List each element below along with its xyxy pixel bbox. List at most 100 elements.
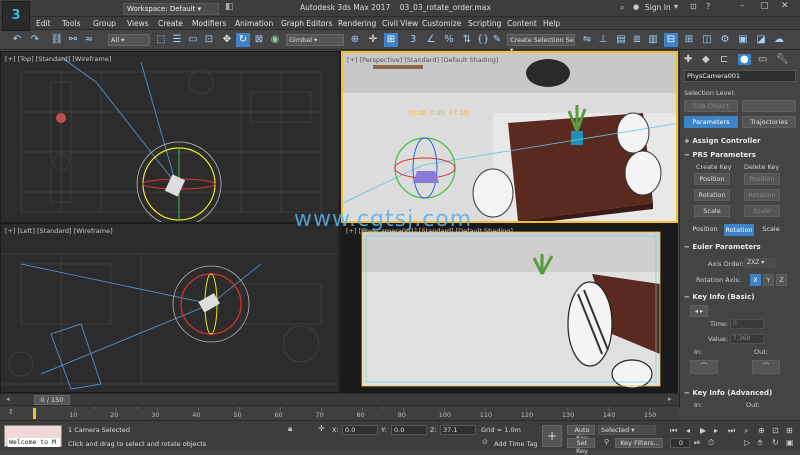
redo-icon[interactable]: ↷ xyxy=(28,33,42,47)
close-icon[interactable]: ✕ xyxy=(781,1,789,11)
viewport-label-left[interactable]: [+] [Left] [Standard] [Wireframe] xyxy=(5,227,113,235)
parameters-tab[interactable]: Parameters xyxy=(684,116,738,128)
edit-named-selection-icon[interactable]: {} xyxy=(476,33,490,47)
auto-key-button[interactable]: Auto Key xyxy=(567,425,595,442)
assign-controller-rollout[interactable]: + Assign Controller xyxy=(684,137,760,145)
named-selection-dropdown[interactable]: Create Selection Se ▾ xyxy=(507,34,575,54)
region-select-icon[interactable]: ▭ xyxy=(186,33,200,47)
zoom-icon[interactable]: ⌕ xyxy=(744,426,748,436)
unlink-icon[interactable]: ⚯ xyxy=(66,33,80,47)
time-slider-thumb[interactable]: 0 / 150 xyxy=(34,395,70,405)
key-info-advanced-rollout[interactable]: − Key Info (Advanced) xyxy=(684,389,772,397)
minimize-icon[interactable]: – xyxy=(740,1,745,11)
rotate-icon[interactable]: ↻ xyxy=(236,33,250,47)
time-slider[interactable]: ◂ 0 / 150 ▸ xyxy=(0,393,679,405)
zoom-all-icon[interactable]: ⊕ xyxy=(758,426,765,435)
user-icon[interactable]: ● xyxy=(633,3,639,11)
place-icon[interactable]: ◉ xyxy=(268,33,282,47)
position-mode-button[interactable]: Position xyxy=(690,224,720,236)
move-icon[interactable]: ✥ xyxy=(220,33,234,47)
current-frame-field[interactable]: 0 xyxy=(670,438,690,448)
key-filters-icon[interactable]: ⚲ xyxy=(604,438,609,446)
menu-animation[interactable]: Animation xyxy=(235,17,273,30)
workspace-dropdown[interactable]: Workspace: Default ▾ xyxy=(123,3,219,15)
toolbar-icon[interactable]: ◧ xyxy=(225,2,237,14)
axis-order-dropdown[interactable]: ZXZ ▾ xyxy=(744,258,776,268)
maximize-viewport-icon[interactable]: ▣ xyxy=(786,438,794,447)
lock-selection-icon[interactable]: 🔒︎ xyxy=(288,424,292,434)
delete-key-position-button[interactable]: Position xyxy=(744,173,780,185)
viewport-label-top[interactable]: [+] [Top] [Standard] [Wireframe] xyxy=(5,55,111,63)
time-tag-icon[interactable]: ⊙ xyxy=(482,438,488,446)
render-in-cloud-icon[interactable]: ☁ xyxy=(772,33,786,47)
rotation-mode-button[interactable]: Rotation xyxy=(724,224,754,236)
out-tangent-button[interactable]: ⌒ xyxy=(752,360,780,374)
z-coordinate-field[interactable]: 37.1 xyxy=(440,425,476,435)
select-by-name-icon[interactable]: ☰ xyxy=(170,33,184,47)
sub-object-button[interactable]: Sub-Object xyxy=(684,100,738,112)
time-slider-right-arrow[interactable]: ▸ xyxy=(668,395,672,403)
menu-modifiers[interactable]: Modifiers xyxy=(192,17,226,30)
ribbon-icon[interactable]: ▥ xyxy=(646,33,660,47)
field-of-view-icon[interactable]: ▷ xyxy=(744,438,750,447)
absolute-transform-icon[interactable]: ✛ xyxy=(318,424,325,433)
menu-graph-editors[interactable]: Graph Editors xyxy=(281,17,333,30)
create-key-position-button[interactable]: Position xyxy=(694,173,730,185)
viewport-label-perspective[interactable]: [+] [Perspective] [Standard] [Default Sh… xyxy=(347,56,498,64)
scale-mode-button[interactable]: Scale xyxy=(758,224,784,236)
euler-rollout[interactable]: − Euler Parameters xyxy=(684,243,761,251)
delete-key-scale-button[interactable]: Scale xyxy=(744,205,780,217)
chevron-down-icon[interactable]: ▾ xyxy=(674,2,678,11)
axis-z-button[interactable]: Z xyxy=(776,274,787,286)
scale-icon[interactable]: ⊠ xyxy=(252,33,266,47)
add-time-tag-button[interactable]: Add Time Tag xyxy=(494,440,538,448)
undo-icon[interactable]: ↶ xyxy=(10,33,24,47)
y-coordinate-field[interactable]: 0.0 xyxy=(391,425,427,435)
key-mode-toggle-icon[interactable]: ⏯︎ xyxy=(694,438,700,448)
menu-content[interactable]: Content xyxy=(507,17,537,30)
percent-snap-icon[interactable]: % xyxy=(442,33,456,47)
hierarchy-tab-icon[interactable]: ⊏ xyxy=(720,54,728,65)
snaps-toggle-icon[interactable]: 3 xyxy=(406,33,420,47)
value-field[interactable]: 7.368 xyxy=(730,334,764,344)
zoom-extents-all-icon[interactable]: ⊞ xyxy=(786,426,793,435)
schematic-view-icon[interactable]: ⊞ xyxy=(682,33,696,47)
pivot-center-icon[interactable]: ⊕ xyxy=(348,33,362,47)
utilities-tab-icon[interactable]: 🔧︎ xyxy=(776,54,789,65)
menu-help[interactable]: Help xyxy=(543,17,560,30)
in-tangent-button[interactable]: ⌒ xyxy=(690,360,718,374)
layer-icon[interactable]: ▤ xyxy=(614,33,628,47)
menu-edit[interactable]: Edit xyxy=(36,17,51,30)
viewport-left[interactable]: [+] [Left] [Standard] [Wireframe] xyxy=(0,223,340,393)
set-key-button[interactable]: Set Key xyxy=(567,438,595,455)
create-key-scale-button[interactable]: Scale xyxy=(694,205,730,217)
x-coordinate-field[interactable]: 0.0 xyxy=(342,425,378,435)
time-field[interactable]: 0 xyxy=(730,319,764,329)
axis-y-button[interactable]: Y xyxy=(763,274,774,286)
window-crossing-icon[interactable]: ⊡ xyxy=(202,33,216,47)
menu-rendering[interactable]: Rendering xyxy=(338,17,376,30)
maxscript-input[interactable]: Welcome to M xyxy=(8,438,60,447)
key-info-basic-rollout[interactable]: − Key Info (Basic) xyxy=(684,293,754,301)
motion-tab-icon[interactable]: ● xyxy=(738,54,751,65)
create-tab-icon[interactable]: ✚ xyxy=(684,54,692,65)
help-icon[interactable]: ? xyxy=(706,2,710,11)
orbit-icon[interactable]: ↻ xyxy=(772,438,779,447)
spinner-snap-icon[interactable]: ⇅ xyxy=(460,33,474,47)
search-icon[interactable]: ⌕ xyxy=(620,3,624,13)
object-name-field[interactable]: PhysCamera001 xyxy=(684,70,796,82)
display-tab-icon[interactable]: ▭ xyxy=(758,54,767,65)
go-to-end-icon[interactable]: ⏭︎ xyxy=(728,426,735,436)
create-key-rotation-button[interactable]: Rotation xyxy=(694,189,730,201)
pan-view-icon[interactable]: ✋︎ xyxy=(758,438,763,448)
named-selection-icon[interactable]: ✎ xyxy=(490,33,504,47)
key-mode-dropdown[interactable]: Selected ▾ xyxy=(598,425,656,435)
sign-in-link[interactable]: Sign In xyxy=(645,3,671,12)
key-navigation-arrows[interactable]: ◂ ▸ xyxy=(690,305,708,317)
menu-tools[interactable]: Tools xyxy=(62,17,80,30)
select-manipulate-icon[interactable]: ✛ xyxy=(366,33,380,47)
delete-key-rotation-button[interactable]: Rotation xyxy=(744,189,780,201)
material-editor-icon[interactable]: ◫ xyxy=(700,33,714,47)
mirror-icon[interactable]: ⇋ xyxy=(580,33,594,47)
align-icon[interactable]: ⊥ xyxy=(596,33,610,47)
